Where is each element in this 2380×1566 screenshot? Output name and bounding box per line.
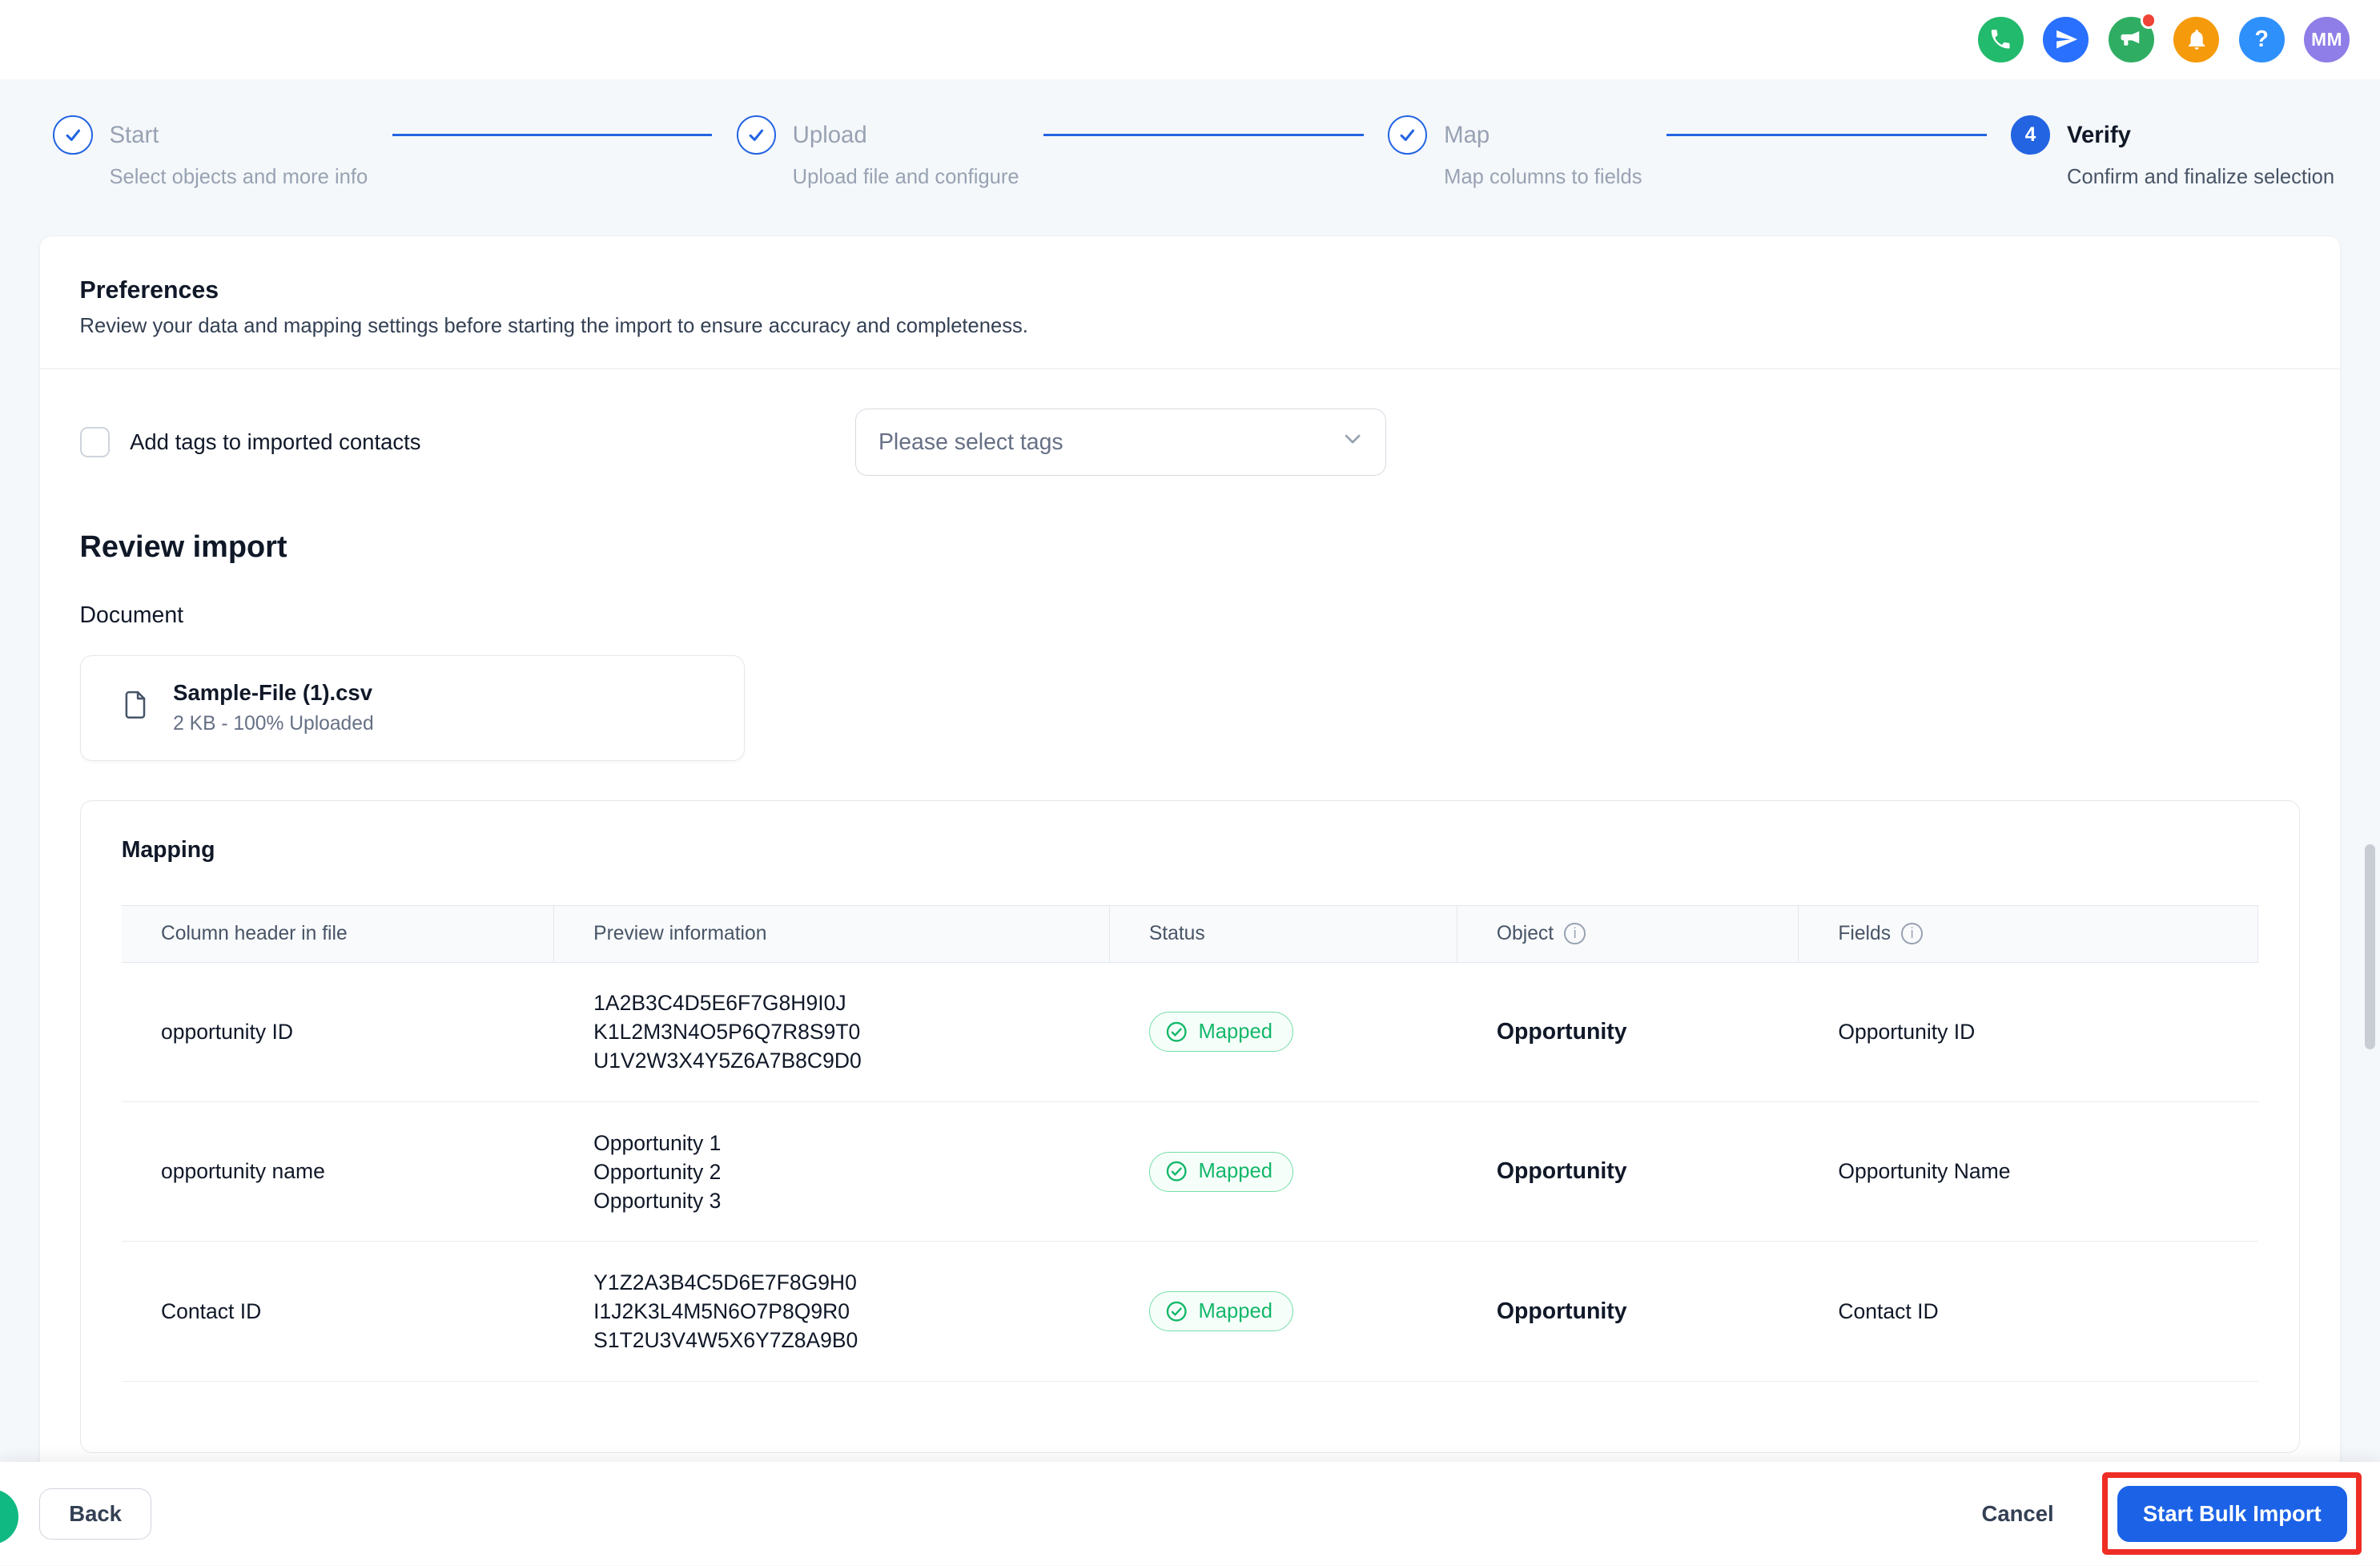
file-meta: 2 KB - 100% Uploaded xyxy=(173,713,374,735)
chat-widget-icon[interactable] xyxy=(0,1489,18,1544)
column-header-object: Object i xyxy=(1457,905,1799,962)
review-import-title: Review import xyxy=(79,530,287,564)
preferences-description: Review your data and mapping settings be… xyxy=(79,315,1028,338)
column-header-file: Column header in file xyxy=(122,905,554,962)
tags-row: Add tags to imported contacts Please sel… xyxy=(79,409,2301,476)
chevron-down-icon xyxy=(1340,426,1365,458)
avatar[interactable]: MM xyxy=(2304,16,2350,62)
row-object: Opportunity xyxy=(1496,1298,1627,1324)
bulk-import-page: ? MM Start Select objects and more info … xyxy=(0,0,2380,1566)
step-check-icon xyxy=(53,115,93,155)
step-connector xyxy=(1043,133,1364,136)
check-circle-icon xyxy=(1166,1161,1187,1182)
table-row: Contact ID Y1Z2A3B4C5D6E7F8G9H0 I1J2K3L4… xyxy=(121,1242,2259,1382)
mapping-card: Mapping Column header in file Preview in… xyxy=(79,799,2301,1453)
row-status: Mapped xyxy=(1110,1151,1457,1192)
column-header-preview: Preview information xyxy=(554,905,1110,962)
mapping-title: Mapping xyxy=(121,837,215,864)
help-icon[interactable]: ? xyxy=(2238,16,2285,62)
file-name: Sample-File (1).csv xyxy=(173,679,372,705)
step-connector xyxy=(1666,133,1987,136)
row-column-header: opportunity ID xyxy=(160,1019,294,1044)
footer-actions: Cancel Start Bulk Import xyxy=(1960,1472,2362,1556)
add-tags-checkbox[interactable] xyxy=(79,427,111,458)
mapping-table: Column header in file Preview informatio… xyxy=(121,904,2259,1382)
cancel-button[interactable]: Cancel xyxy=(1960,1489,2075,1539)
add-tags-label: Add tags to imported contacts xyxy=(130,429,421,455)
step-sublabel: Upload file and configure xyxy=(792,165,1019,188)
step-sublabel: Map columns to fields xyxy=(1444,165,1642,188)
row-field: Opportunity Name xyxy=(1838,1159,2011,1184)
column-header-status: Status xyxy=(1110,905,1457,962)
step-check-icon xyxy=(1388,115,1428,155)
check-circle-icon xyxy=(1166,1021,1187,1042)
row-object: Opportunity xyxy=(1496,1158,1627,1185)
notification-dot xyxy=(2140,12,2157,30)
step-map[interactable]: Map Map columns to fields xyxy=(1388,115,1642,189)
annotation-highlight: Start Bulk Import xyxy=(2102,1472,2362,1556)
footer-bar: Back Cancel Start Bulk Import xyxy=(0,1462,2380,1566)
card-body: Add tags to imported contacts Please sel… xyxy=(40,369,2339,1453)
row-status: Mapped xyxy=(1110,1291,1457,1332)
status-badge: Mapped xyxy=(1148,1012,1293,1053)
import-stepper: Start Select objects and more info Uploa… xyxy=(0,79,2380,236)
step-start[interactable]: Start Select objects and more info xyxy=(53,115,368,189)
tags-select-placeholder: Please select tags xyxy=(878,429,1063,455)
preferences-header: Preferences Review your data and mapping… xyxy=(40,236,2340,370)
megaphone-icon[interactable] xyxy=(2108,12,2157,62)
info-icon[interactable]: i xyxy=(1901,923,1923,944)
step-upload[interactable]: Upload Upload file and configure xyxy=(736,115,1019,189)
step-label: Upload xyxy=(792,122,867,149)
top-bar: ? MM xyxy=(0,0,2380,79)
row-preview: 1A2B3C4D5E6F7G8H9I0J K1L2M3N4O5P6Q7R8S9T… xyxy=(593,991,862,1073)
check-circle-icon xyxy=(1166,1301,1187,1322)
preferences-title: Preferences xyxy=(79,276,219,304)
scrollbar-thumb[interactable] xyxy=(2365,843,2376,1049)
step-label: Start xyxy=(109,122,159,149)
paper-plane-icon[interactable] xyxy=(2043,16,2089,62)
file-icon xyxy=(120,690,151,727)
step-connector xyxy=(392,133,713,136)
row-status: Mapped xyxy=(1110,1012,1457,1053)
row-column-header: Contact ID xyxy=(160,1298,262,1323)
step-sublabel: Select objects and more info xyxy=(109,165,368,188)
tags-select[interactable]: Please select tags xyxy=(854,409,1386,476)
uploaded-file-card: Sample-File (1).csv 2 KB - 100% Uploaded xyxy=(79,654,745,761)
step-label: Map xyxy=(1444,122,1490,149)
start-bulk-import-button[interactable]: Start Bulk Import xyxy=(2117,1485,2347,1542)
row-column-header: opportunity name xyxy=(160,1159,325,1184)
row-preview: Opportunity 1 Opportunity 2 Opportunity … xyxy=(593,1130,722,1213)
table-row: opportunity name Opportunity 1 Opportuni… xyxy=(121,1102,2259,1242)
document-label: Document xyxy=(79,602,184,629)
mapping-table-header: Column header in file Preview informatio… xyxy=(121,904,2259,963)
row-preview: Y1Z2A3B4C5D6E7F8G9H0 I1J2K3L4M5N6O7P8Q9R… xyxy=(593,1270,858,1353)
page-content: Preferences Review your data and mapping… xyxy=(0,235,2380,1463)
row-field: Contact ID xyxy=(1838,1298,1939,1323)
verify-card: Preferences Review your data and mapping… xyxy=(39,235,2341,1463)
back-button[interactable]: Back xyxy=(39,1487,151,1540)
step-verify[interactable]: 4 Verify Confirm and finalize selection xyxy=(2010,115,2335,189)
step-check-icon xyxy=(736,115,776,155)
step-sublabel: Confirm and finalize selection xyxy=(2067,165,2335,188)
bell-icon[interactable] xyxy=(2173,16,2220,62)
row-field: Opportunity ID xyxy=(1838,1019,1976,1044)
info-icon[interactable]: i xyxy=(1564,923,1586,944)
status-badge: Mapped xyxy=(1148,1151,1293,1192)
row-object: Opportunity xyxy=(1496,1018,1627,1045)
phone-icon[interactable] xyxy=(1977,16,2024,62)
step-number: 4 xyxy=(2010,115,2051,155)
column-header-fields: Fields i xyxy=(1799,905,2259,962)
status-badge: Mapped xyxy=(1148,1291,1293,1332)
table-row: opportunity ID 1A2B3C4D5E6F7G8H9I0J K1L2… xyxy=(121,963,2259,1102)
step-label: Verify xyxy=(2067,122,2131,149)
